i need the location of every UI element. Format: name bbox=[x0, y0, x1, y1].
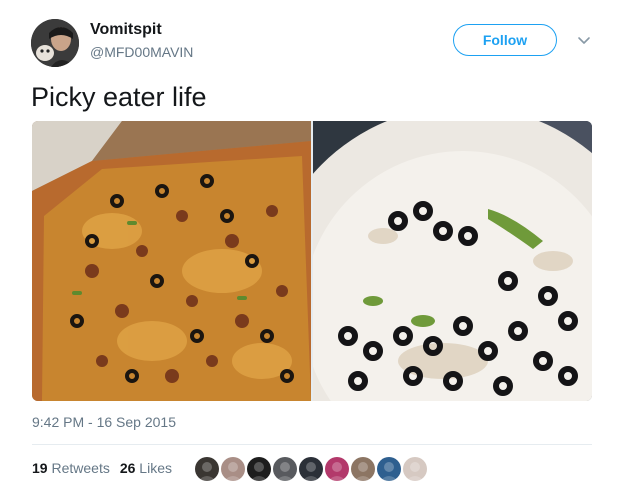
user-avatar[interactable] bbox=[31, 19, 79, 67]
tweet-stats: 19 Retweets 26 Likes bbox=[32, 460, 172, 476]
liker-avatar[interactable] bbox=[403, 457, 427, 481]
plate-photo[interactable] bbox=[313, 121, 592, 401]
liker-avatar[interactable] bbox=[299, 457, 323, 481]
retweets-stat[interactable]: 19 Retweets bbox=[32, 460, 110, 476]
liker-avatar[interactable] bbox=[221, 457, 245, 481]
retweets-label: Retweets bbox=[51, 460, 110, 476]
liker-avatars bbox=[195, 457, 427, 481]
liker-avatar[interactable] bbox=[247, 457, 271, 481]
pizza-photo[interactable] bbox=[32, 121, 311, 401]
likes-stat[interactable]: 26 Likes bbox=[120, 460, 172, 476]
follow-button[interactable]: Follow bbox=[453, 24, 557, 56]
liker-avatar[interactable] bbox=[351, 457, 375, 481]
retweets-count: 19 bbox=[32, 460, 48, 476]
liker-avatar[interactable] bbox=[325, 457, 349, 481]
tweet-timestamp[interactable]: 9:42 PM - 16 Sep 2015 bbox=[32, 414, 176, 430]
liker-avatar[interactable] bbox=[195, 457, 219, 481]
likes-label: Likes bbox=[139, 460, 172, 476]
chevron-down-icon[interactable] bbox=[576, 32, 592, 48]
display-name[interactable]: Vomitspit bbox=[90, 21, 162, 39]
tweet-media[interactable] bbox=[32, 121, 592, 401]
liker-avatar[interactable] bbox=[273, 457, 297, 481]
liker-avatar[interactable] bbox=[377, 457, 401, 481]
divider bbox=[32, 444, 592, 445]
user-handle[interactable]: @MFD00MAVIN bbox=[90, 44, 193, 60]
likes-count: 26 bbox=[119, 460, 136, 476]
tweet-text: Picky eater life bbox=[31, 82, 207, 112]
